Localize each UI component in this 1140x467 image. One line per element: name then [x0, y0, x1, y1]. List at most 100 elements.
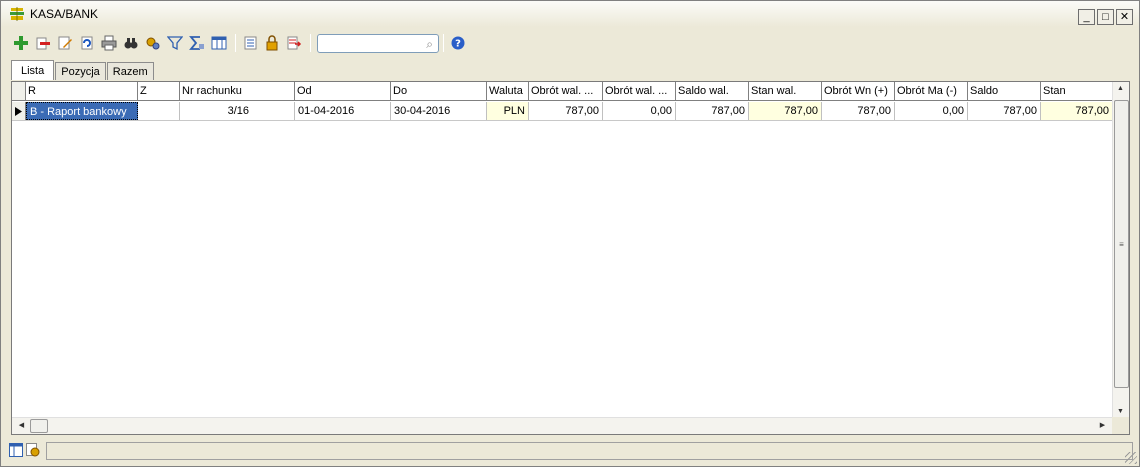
sum-icon: [189, 36, 204, 50]
tab-razem[interactable]: Razem: [106, 62, 154, 80]
cell-obrot-wn[interactable]: 787,00: [822, 102, 895, 120]
window-title: KASA/BANK: [30, 7, 99, 21]
cell-od[interactable]: 01-04-2016: [295, 102, 391, 120]
lock-button[interactable]: [262, 33, 282, 53]
help-button[interactable]: ?: [448, 33, 468, 53]
column-header-stan-wal[interactable]: Stan wal.: [749, 82, 822, 100]
settings-icon: [146, 37, 160, 50]
toolbar-separator: [310, 34, 311, 52]
close-icon: ✕: [1119, 10, 1130, 23]
scroll-up-icon[interactable]: ▲: [1113, 85, 1128, 92]
row-indicator-header: [12, 82, 26, 100]
table-header: R Z Nr rachunku Od Do Waluta Obrót wal. …: [12, 82, 1113, 101]
status-bar: [9, 441, 1133, 461]
refresh-icon: [81, 36, 93, 50]
cash-register-icon: [9, 6, 25, 22]
column-header-obrot-wal-2[interactable]: Obrót wal. ...: [603, 82, 676, 100]
horizontal-scroll-thumb[interactable]: [30, 419, 48, 433]
title-bar[interactable]: KASA/BANK _ □ ✕: [1, 1, 1139, 27]
vertical-scrollbar[interactable]: ▲ ≡ ▼: [1112, 82, 1129, 418]
print-button[interactable]: [99, 33, 119, 53]
filter-icon: [167, 36, 183, 51]
delete-icon: [36, 37, 50, 50]
list-button[interactable]: [240, 33, 260, 53]
cell-obrot-ma[interactable]: 0,00: [895, 102, 968, 120]
tab-strip: Lista Pozycja Razem: [11, 60, 155, 80]
column-header-stan[interactable]: Stan: [1041, 82, 1113, 100]
kasa-bank-window: KASA/BANK _ □ ✕ ⌕ ? Lista Pozycja Razem: [0, 0, 1140, 467]
minimize-button[interactable]: _: [1078, 9, 1095, 25]
data-grid[interactable]: R Z Nr rachunku Od Do Waluta Obrót wal. …: [11, 81, 1130, 435]
tab-label: Lista: [21, 64, 45, 77]
filter-button[interactable]: [165, 33, 185, 53]
search-icon[interactable]: ⌕: [426, 37, 433, 52]
column-header-z[interactable]: Z: [138, 82, 180, 100]
scroll-right-icon[interactable]: ▶: [1095, 421, 1110, 429]
minimize-icon: _: [1083, 10, 1090, 23]
add-icon: [14, 36, 28, 50]
vertical-scroll-thumb[interactable]: ≡: [1114, 100, 1129, 388]
edit-icon: [58, 36, 72, 50]
export-button[interactable]: [284, 33, 304, 53]
help-icon: ?: [451, 36, 465, 50]
close-button[interactable]: ✕: [1116, 9, 1133, 25]
settings-status-icon[interactable]: [26, 442, 40, 460]
find-icon: [124, 38, 138, 49]
grid-view-icon[interactable]: [9, 442, 23, 460]
cell-saldo-wal[interactable]: 787,00: [676, 102, 749, 120]
columns-icon: [211, 36, 227, 50]
cell-obrot-wal-1[interactable]: 787,00: [529, 102, 603, 120]
cell-waluta[interactable]: PLN: [487, 102, 529, 120]
toolbar-separator: [235, 34, 236, 52]
find-button[interactable]: [121, 33, 141, 53]
toolbar-separator: [443, 34, 444, 52]
scroll-down-icon[interactable]: ▼: [1113, 408, 1128, 415]
column-header-nr-rachunku[interactable]: Nr rachunku: [180, 82, 295, 100]
sum-button[interactable]: [187, 33, 207, 53]
column-header-do[interactable]: Do: [391, 82, 487, 100]
columns-button[interactable]: [209, 33, 229, 53]
list-icon: [244, 36, 257, 50]
delete-button[interactable]: [33, 33, 53, 53]
resize-grip-icon[interactable]: [1125, 452, 1137, 464]
tab-pozycja[interactable]: Pozycja: [55, 62, 106, 80]
tab-label: Pozycja: [61, 65, 100, 78]
column-header-r[interactable]: R: [26, 82, 138, 100]
column-header-saldo-wal[interactable]: Saldo wal.: [676, 82, 749, 100]
tab-lista[interactable]: Lista: [11, 60, 55, 80]
svg-text:?: ?: [455, 39, 461, 50]
column-header-waluta[interactable]: Waluta: [487, 82, 529, 100]
cell-stan-wal[interactable]: 787,00: [749, 102, 822, 120]
column-header-obrot-wal-1[interactable]: Obrót wal. ...: [529, 82, 603, 100]
print-icon: [101, 35, 117, 51]
column-header-saldo[interactable]: Saldo: [968, 82, 1041, 100]
toolbar: ⌕ ?: [1, 31, 1139, 55]
scroll-corner: [1112, 417, 1129, 434]
current-row-icon: [12, 102, 26, 120]
cell-r[interactable]: B - Raport bankowy: [26, 102, 138, 120]
search-input[interactable]: ⌕: [317, 33, 439, 53]
cell-nr-rachunku[interactable]: 3/16: [180, 102, 295, 120]
edit-button[interactable]: [55, 33, 75, 53]
maximize-icon: □: [1102, 10, 1109, 23]
grip-icon: ≡: [1119, 239, 1124, 249]
column-header-obrot-ma[interactable]: Obrót Ma (-): [895, 82, 968, 100]
status-panel: [46, 442, 1133, 460]
cell-obrot-wal-2[interactable]: 0,00: [603, 102, 676, 120]
column-header-obrot-wn[interactable]: Obrót Wn (+): [822, 82, 895, 100]
settings-button[interactable]: [143, 33, 163, 53]
maximize-button[interactable]: □: [1097, 9, 1114, 25]
cell-saldo[interactable]: 787,00: [968, 102, 1041, 120]
tab-label: Razem: [112, 65, 148, 78]
add-button[interactable]: [11, 33, 31, 53]
horizontal-scrollbar[interactable]: ◀ ▶: [12, 417, 1112, 434]
cell-stan[interactable]: 787,00: [1041, 102, 1113, 120]
scroll-left-icon[interactable]: ◀: [14, 421, 29, 429]
cell-do[interactable]: 30-04-2016: [391, 102, 487, 120]
table-row[interactable]: B - Raport bankowy 3/16 01-04-2016 30-04…: [12, 102, 1113, 121]
refresh-button[interactable]: [77, 33, 97, 53]
export-icon: [287, 36, 302, 50]
lock-icon: [266, 35, 278, 51]
cell-z[interactable]: [138, 102, 180, 120]
column-header-od[interactable]: Od: [295, 82, 391, 100]
